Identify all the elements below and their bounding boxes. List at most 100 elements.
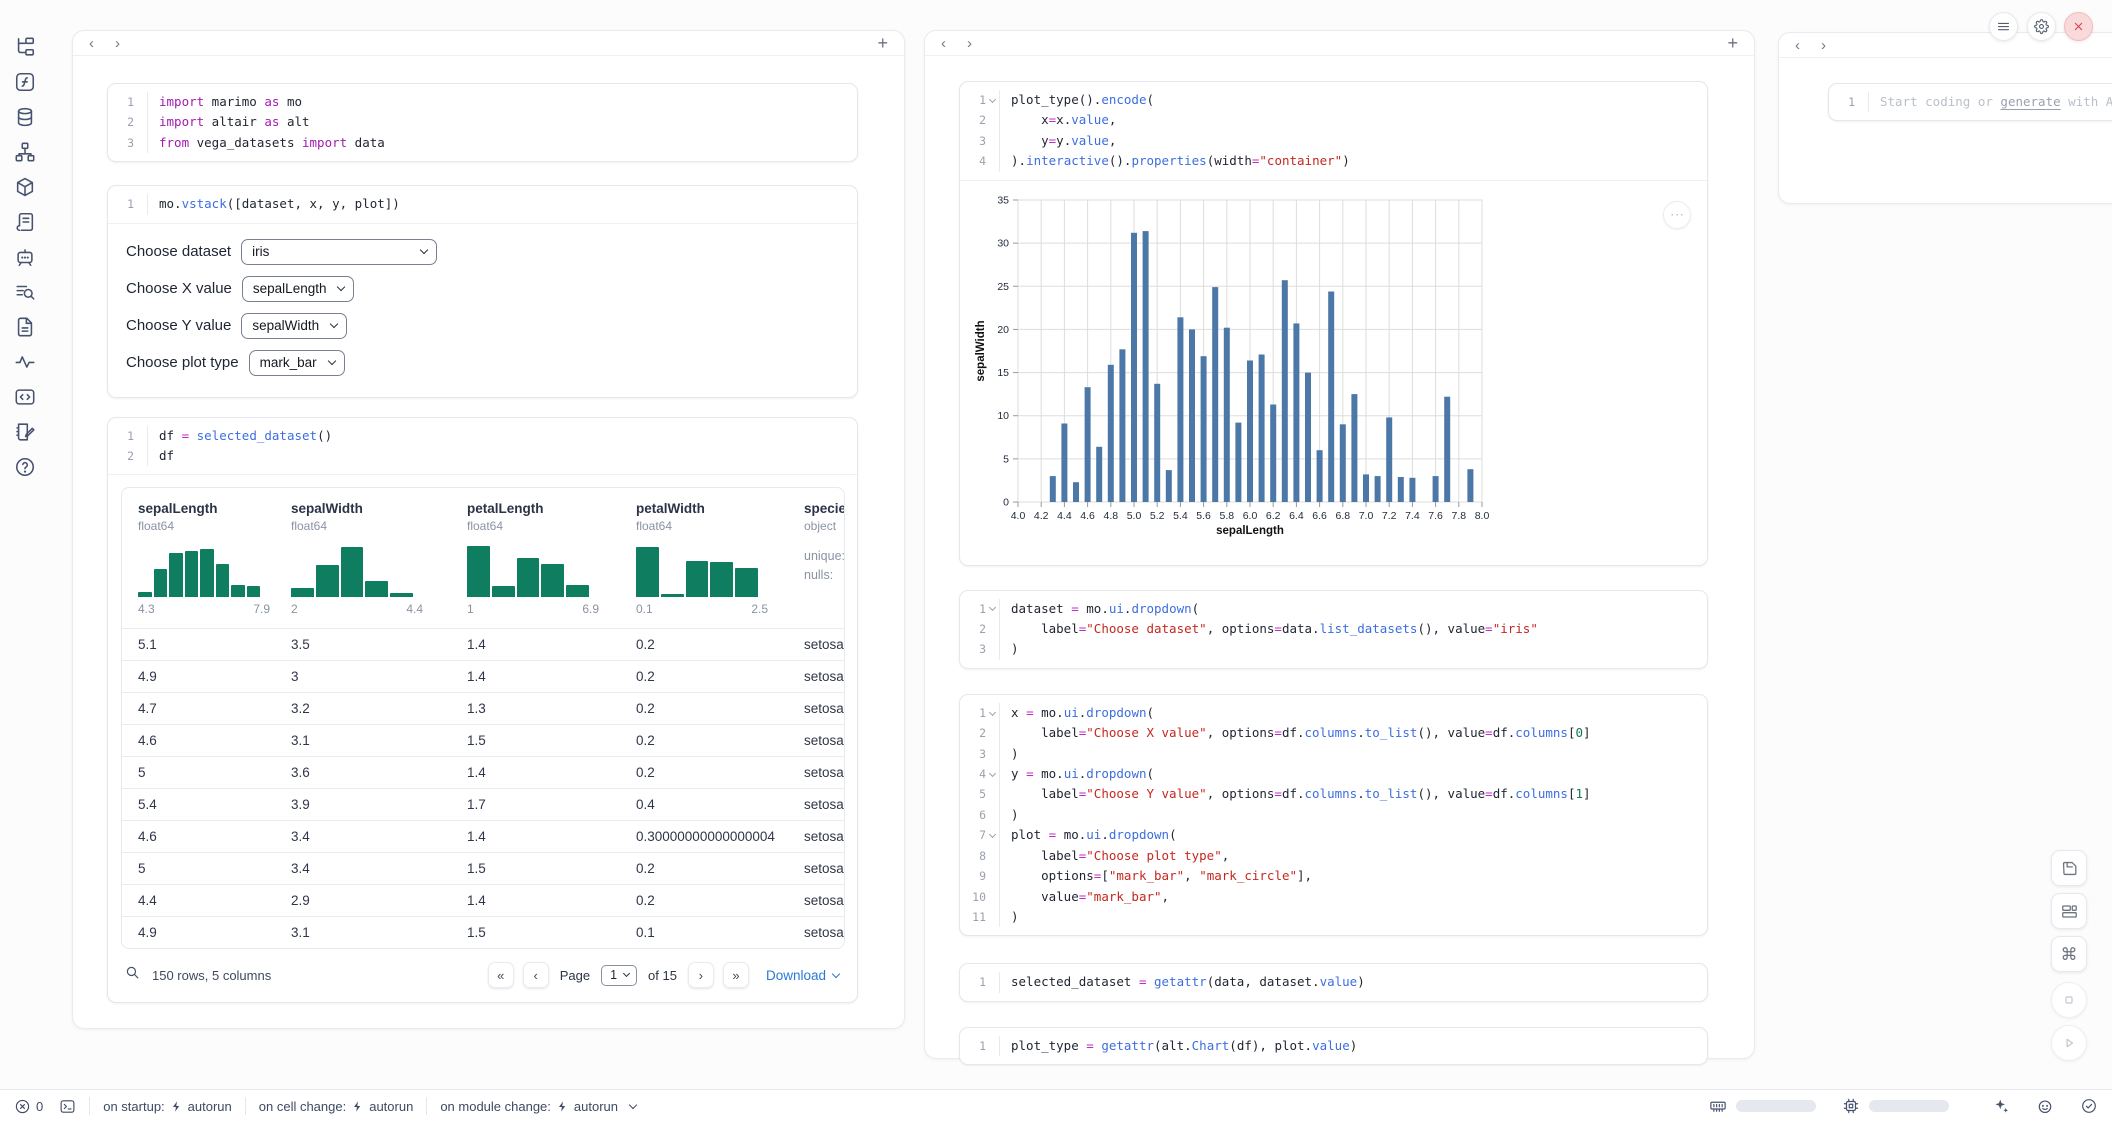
package-icon[interactable] <box>14 176 36 198</box>
code-snippet-icon[interactable] <box>14 386 36 408</box>
column-name[interactable]: sepalLength <box>138 501 261 516</box>
save-button[interactable] <box>2051 850 2087 886</box>
search-icon[interactable] <box>124 964 141 986</box>
check-circle-icon[interactable] <box>2080 1097 2098 1115</box>
dropdown-label: Choose Y value <box>126 317 231 334</box>
dropdown-select[interactable]: sepalWidth <box>241 313 347 339</box>
table-row[interactable]: 4.931.40.2setosa <box>122 660 844 692</box>
fold-caret-icon[interactable] <box>989 770 996 777</box>
column-range: 0.12.5 <box>636 602 768 616</box>
code-cell-dataset-dropdown[interactable]: 1dataset = mo.ui.dropdown(2 label="Choos… <box>959 590 1708 669</box>
table-cell: setosa <box>788 821 845 852</box>
code-cell-selected-dataset[interactable]: 1selected_dataset = getattr(data, datase… <box>959 963 1708 1001</box>
sparkles-icon[interactable] <box>1992 1097 2010 1115</box>
table-cell: 3.9 <box>275 789 451 820</box>
table-cell: 3.4 <box>275 853 451 884</box>
fold-caret-icon[interactable] <box>989 604 996 611</box>
notebook-icon[interactable] <box>14 421 36 443</box>
code-cell-plot-type[interactable]: 1plot_type = getattr(alt.Chart(df), plot… <box>959 1027 1708 1065</box>
command-palette-button[interactable]: ⌘ <box>2051 936 2087 972</box>
run-button[interactable] <box>2051 1025 2087 1061</box>
dropdown-label: Choose dataset <box>126 243 231 260</box>
column-name[interactable]: petalWidth <box>636 501 774 516</box>
add-cell-button[interactable]: + <box>877 33 888 54</box>
empty-code-cell[interactable]: 1 Start coding or generate with AI. <box>1828 83 2112 121</box>
nav-forward-button[interactable]: › <box>967 35 993 52</box>
assistant-bot-icon[interactable] <box>2036 1097 2054 1115</box>
column-name[interactable]: petalLength <box>467 501 606 516</box>
error-indicator[interactable]: 0 <box>14 1098 43 1115</box>
close-button[interactable] <box>2064 12 2093 41</box>
generate-link[interactable]: generate <box>2000 94 2060 109</box>
activity-icon[interactable] <box>14 351 36 373</box>
on-cell-change-toggle[interactable]: on cell change: autorun <box>259 1099 414 1114</box>
altair-chart-output[interactable]: 051015202530354.04.24.44.64.85.05.25.45.… <box>960 181 1707 565</box>
column-name[interactable]: sepalWidth <box>291 501 437 516</box>
nav-forward-button[interactable]: › <box>115 35 141 52</box>
table-row[interactable]: 4.93.11.50.1setosa <box>122 916 844 948</box>
layout-button[interactable] <box>2051 893 2087 929</box>
next-page-button[interactable]: › <box>688 962 714 988</box>
code-line: 1selected_dataset = getattr(data, datase… <box>960 972 1707 992</box>
on-startup-toggle[interactable]: on startup: autorun <box>103 1099 232 1114</box>
table-row[interactable]: 4.42.91.40.2setosa <box>122 884 844 916</box>
menu-button[interactable] <box>1989 12 2018 41</box>
code-line: 2 label="Choose dataset", options=data.l… <box>960 619 1707 639</box>
line-number: 1 <box>960 1036 986 1056</box>
chat-bot-icon[interactable] <box>14 246 36 268</box>
table-row[interactable]: 53.41.50.2setosa <box>122 852 844 884</box>
line-number: 2 <box>960 723 986 743</box>
table-row[interactable]: 5.13.51.40.2setosa <box>122 628 844 660</box>
code-cell-dataframe[interactable]: 1df = selected_dataset()2df sepalLengthf… <box>107 417 858 1004</box>
table-row[interactable]: 4.63.41.40.30000000000000004setosa <box>122 820 844 852</box>
table-row[interactable]: 53.61.40.2setosa <box>122 756 844 788</box>
dropdown-select[interactable]: iris <box>241 239 437 265</box>
network-icon[interactable] <box>14 141 36 163</box>
column-histogram <box>138 543 260 597</box>
layout-icon <box>2060 902 2079 921</box>
dropdown-select[interactable]: sepalLength <box>242 276 355 302</box>
database-icon[interactable] <box>14 106 36 128</box>
code-line: 8 label="Choose plot type", <box>960 846 1707 866</box>
script-icon[interactable] <box>14 211 36 233</box>
code-cell-encode[interactable]: 1plot_type().encode(2 x=x.value,3 y=y.va… <box>959 81 1708 566</box>
code-cell-imports[interactable]: 1import marimo as mo2import altair as al… <box>107 83 858 162</box>
chart-actions-menu-button[interactable]: ⋯ <box>1663 201 1691 229</box>
code-cell-vstack[interactable]: 1mo.vstack([dataset, x, y, plot]) Choose… <box>107 185 858 397</box>
nav-back-button[interactable]: ‹ <box>941 35 967 52</box>
prev-page-button[interactable]: ‹ <box>523 962 549 988</box>
table-row[interactable]: 5.43.91.70.4setosa <box>122 788 844 820</box>
download-button[interactable]: Download <box>766 968 839 983</box>
svg-text:4.4: 4.4 <box>1057 510 1072 522</box>
first-page-button[interactable]: « <box>488 962 514 988</box>
status-bar: 0 on startup: autorun on cell change: au… <box>0 1089 2112 1122</box>
document-icon[interactable] <box>14 316 36 338</box>
stop-button[interactable] <box>2051 982 2087 1018</box>
nav-back-button[interactable]: ‹ <box>89 35 115 52</box>
code-placeholder[interactable]: Start coding or generate with AI. <box>1868 92 2112 112</box>
last-page-button[interactable]: » <box>723 962 749 988</box>
nav-forward-button[interactable]: › <box>1821 37 1847 54</box>
fold-caret-icon[interactable] <box>989 96 996 103</box>
function-icon[interactable] <box>14 71 36 93</box>
add-cell-button[interactable]: + <box>1727 33 1738 54</box>
code-line: 2 x=x.value, <box>960 110 1707 130</box>
nav-back-button[interactable]: ‹ <box>1795 37 1821 54</box>
fold-caret-icon[interactable] <box>989 709 996 716</box>
search-list-icon[interactable] <box>14 281 36 303</box>
table-row[interactable]: 4.63.11.50.2setosa <box>122 724 844 756</box>
terminal-button[interactable] <box>59 1098 76 1115</box>
svg-text:7.2: 7.2 <box>1382 510 1397 522</box>
table-cell: setosa <box>788 789 845 820</box>
fold-caret-icon[interactable] <box>989 831 996 838</box>
file-tree-icon[interactable] <box>14 36 36 58</box>
on-module-change-toggle[interactable]: on module change: autorun <box>440 1099 636 1114</box>
help-icon[interactable] <box>14 456 36 478</box>
code-line: 3 y=y.value, <box>960 131 1707 151</box>
dropdown-select[interactable]: mark_bar <box>249 350 345 376</box>
page-select[interactable]: 1 <box>601 965 637 986</box>
column-name[interactable]: species <box>804 501 845 516</box>
table-row[interactable]: 4.73.21.30.2setosa <box>122 692 844 724</box>
settings-button[interactable] <box>2027 12 2056 41</box>
code-cell-xy-plot-dropdowns[interactable]: 1x = mo.ui.dropdown(2 label="Choose X va… <box>959 694 1708 936</box>
